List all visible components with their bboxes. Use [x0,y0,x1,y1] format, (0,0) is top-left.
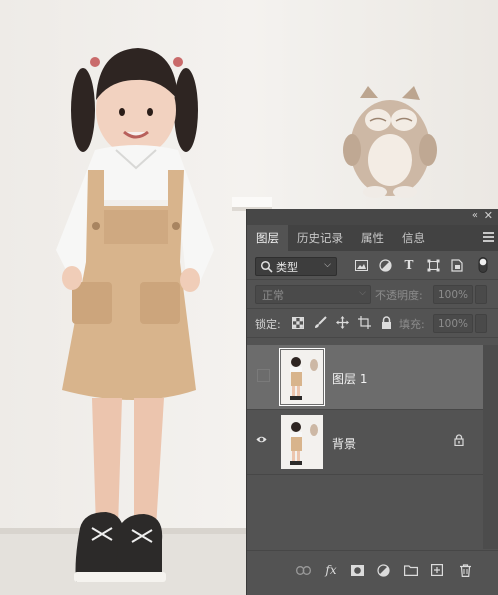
blend-mode-dropdown[interactable]: 正常 ⌵ [255,285,371,304]
shape-filter-icon[interactable] [425,257,441,273]
layers-scrollbar[interactable] [483,345,498,549]
tab-layers[interactable]: 图层 [247,225,288,251]
new-group-icon[interactable] [403,562,419,578]
adjustment-filter-icon[interactable] [377,257,393,273]
lock-row: 锁定: 填充: 100% [247,309,498,338]
layer-filter-row: 类型 ⌵ T [247,251,498,280]
fill-slider-toggle[interactable] [475,314,487,333]
opacity-label: 不透明度: [375,289,423,302]
type-filter-icon[interactable]: T [401,257,417,273]
blend-mode-value: 正常 [262,288,284,302]
blend-opacity-row: 正常 ⌵ 不透明度: 100% [247,280,498,309]
lock-all-icon[interactable] [379,315,393,330]
search-icon [260,260,273,273]
link-layers-icon[interactable] [295,562,311,578]
new-adjustment-layer-icon[interactable] [375,562,391,578]
layer-row-layer-1[interactable]: 图层 1 [247,345,483,410]
layer-name[interactable]: 背景 [332,435,356,452]
tab-properties[interactable]: 属性 [352,225,393,251]
filter-toggle-icon[interactable] [475,257,491,273]
chevron-down-icon: ⌵ [359,288,366,298]
eye-icon[interactable] [256,434,267,445]
layer-name[interactable]: 图层 1 [332,370,367,387]
tab-info[interactable]: 信息 [393,225,434,251]
layers-list: 图层 1 背景 [247,345,498,549]
lock-image-pixels-icon[interactable] [313,315,327,330]
image-filter-icon[interactable] [353,257,369,273]
panel-menu-icon[interactable] [483,232,494,244]
layer-visibility-toggle[interactable] [257,369,270,382]
filter-kind-label: 类型 [276,260,298,274]
lock-artboard-icon[interactable] [357,315,371,330]
filter-kind-dropdown[interactable]: 类型 ⌵ [255,257,337,276]
lock-icon [454,434,464,446]
layers-bottom-toolbar: fx [247,550,498,595]
lock-transparent-pixels-icon[interactable] [291,315,305,330]
chevron-down-icon: ⌵ [324,260,331,270]
smart-object-filter-icon[interactable] [449,257,465,273]
panel-tab-bar: 图层 历史记录 属性 信息 [247,225,498,251]
tab-history[interactable]: 历史记录 [288,225,352,251]
new-layer-icon[interactable] [429,562,445,578]
fill-label: 填充: [399,318,425,331]
panel-title-bar: « ✕ [247,209,498,225]
add-mask-icon[interactable] [349,562,365,578]
layer-thumbnail [279,348,325,406]
layers-panel: « ✕ 图层 历史记录 属性 信息 类型 ⌵ T 正常 ⌵ 不透明度: 100%… [247,209,498,595]
fill-input[interactable]: 100% [433,314,473,333]
opacity-slider-toggle[interactable] [475,285,487,304]
lock-position-icon[interactable] [335,315,349,330]
close-panel-button[interactable]: ✕ [484,209,493,222]
layer-row-background[interactable]: 背景 [247,410,483,475]
opacity-input[interactable]: 100% [433,285,473,304]
layer-thumbnail [281,415,323,469]
delete-layer-icon[interactable] [457,562,473,578]
collapse-panel-button[interactable]: « [472,210,478,221]
fx-icon[interactable]: fx [323,562,339,578]
lock-label: 锁定: [255,318,281,331]
